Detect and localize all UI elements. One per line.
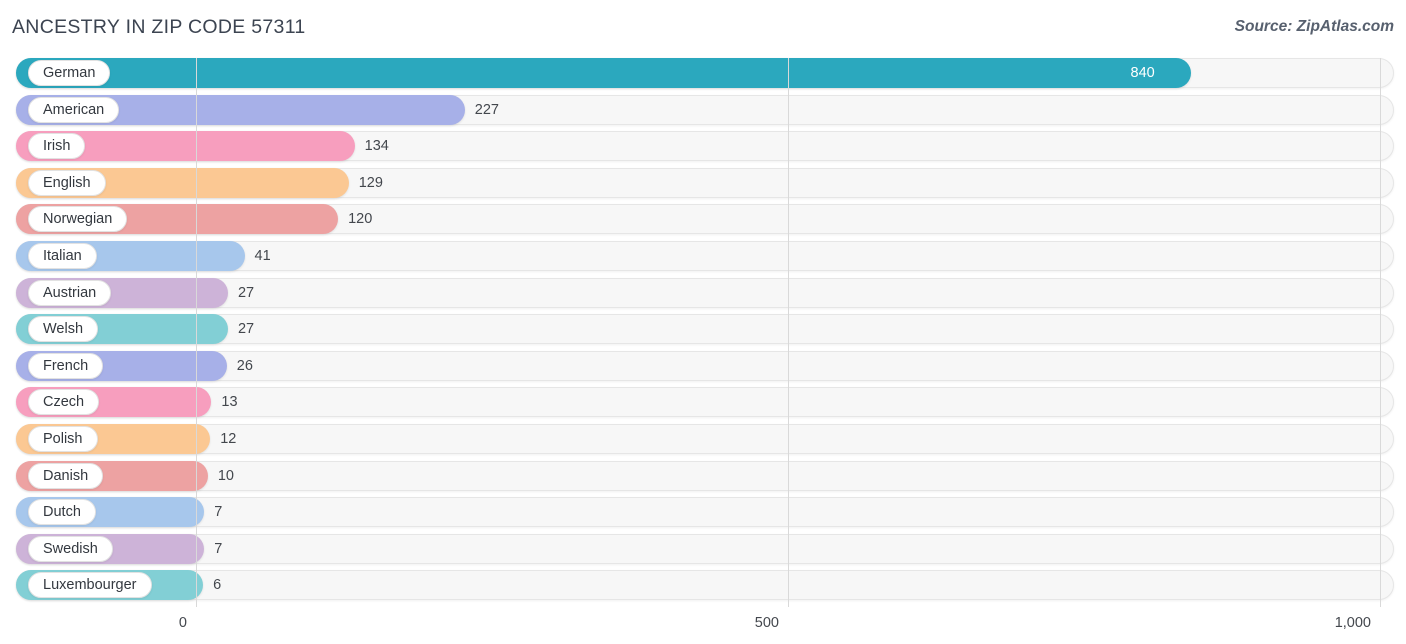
bar-label-pill[interactable]: Polish xyxy=(28,426,98,452)
x-axis-tick-label: 1,000 xyxy=(1335,615,1380,631)
table-row[interactable]: Czech 13 xyxy=(0,387,1406,417)
bar[interactable] xyxy=(16,58,1191,88)
table-row[interactable]: English 129 xyxy=(0,168,1406,198)
table-row[interactable]: French 26 xyxy=(0,351,1406,381)
table-row[interactable]: Norwegian 120 xyxy=(0,204,1406,234)
bar-label-pill[interactable]: Welsh xyxy=(28,316,98,342)
bar-label-pill[interactable]: Danish xyxy=(28,463,103,489)
bar-row-list: German 840 American 227 Irish 134 English 129 No… xyxy=(0,58,1406,607)
bar-label-pill[interactable]: Luxembourger xyxy=(28,572,152,598)
table-row[interactable]: Irish 134 xyxy=(0,131,1406,161)
bar-value-label: 41 xyxy=(255,241,271,271)
bar-track xyxy=(16,497,1394,527)
table-row[interactable]: Welsh 27 xyxy=(0,314,1406,344)
bar-label-pill[interactable]: Norwegian xyxy=(28,206,127,232)
chart-root: ANCESTRY IN ZIP CODE 57311 Source: ZipAt… xyxy=(0,0,1406,644)
bar-value-label: 129 xyxy=(359,168,383,198)
bar-value-label: 120 xyxy=(348,204,372,234)
bar-label-pill[interactable]: Dutch xyxy=(28,499,96,525)
table-row[interactable]: German 840 xyxy=(0,58,1406,88)
bar-label-pill[interactable]: Swedish xyxy=(28,536,113,562)
bar-value-label: 134 xyxy=(365,131,389,161)
bar-value-label: 840 xyxy=(1131,58,1155,88)
x-axis-tick-label: 500 xyxy=(755,615,788,631)
table-row[interactable]: Austrian 27 xyxy=(0,278,1406,308)
bar-track xyxy=(16,534,1394,564)
table-row[interactable]: Dutch 7 xyxy=(0,497,1406,527)
table-row[interactable]: Danish 10 xyxy=(0,461,1406,491)
bar-value-label: 10 xyxy=(218,461,234,491)
bar-label-pill[interactable]: English xyxy=(28,170,106,196)
source-attribution: Source: ZipAtlas.com xyxy=(1235,18,1394,36)
bar-label-pill[interactable]: American xyxy=(28,97,119,123)
table-row[interactable]: American 227 xyxy=(0,95,1406,125)
page-title: ANCESTRY IN ZIP CODE 57311 xyxy=(12,16,306,39)
bar-value-label: 27 xyxy=(238,278,254,308)
bar-value-label: 26 xyxy=(237,351,253,381)
bar-label-pill[interactable]: Irish xyxy=(28,133,85,159)
bar-value-label: 7 xyxy=(214,534,222,564)
bar-value-label: 13 xyxy=(221,387,237,417)
table-row[interactable]: Polish 12 xyxy=(0,424,1406,454)
bar-value-label: 12 xyxy=(220,424,236,454)
x-axis-tick-label: 0 xyxy=(179,615,196,631)
bar-value-label: 7 xyxy=(214,497,222,527)
bar-label-pill[interactable]: Czech xyxy=(28,389,99,415)
bar-label-pill[interactable]: German xyxy=(28,60,110,86)
table-row[interactable]: Swedish 7 xyxy=(0,534,1406,564)
plot-area: German 840 American 227 Irish 134 English 129 No… xyxy=(0,58,1406,607)
bar-value-label: 6 xyxy=(213,570,221,600)
bar-label-pill[interactable]: Italian xyxy=(28,243,97,269)
bar-value-label: 227 xyxy=(475,95,499,125)
bar-label-pill[interactable]: Austrian xyxy=(28,280,111,306)
table-row[interactable]: Italian 41 xyxy=(0,241,1406,271)
x-axis: 0 500 1,000 xyxy=(0,607,1406,644)
table-row[interactable]: Luxembourger 6 xyxy=(0,570,1406,600)
bar-track xyxy=(16,570,1394,600)
bar-value-label: 27 xyxy=(238,314,254,344)
bar-label-pill[interactable]: French xyxy=(28,353,103,379)
